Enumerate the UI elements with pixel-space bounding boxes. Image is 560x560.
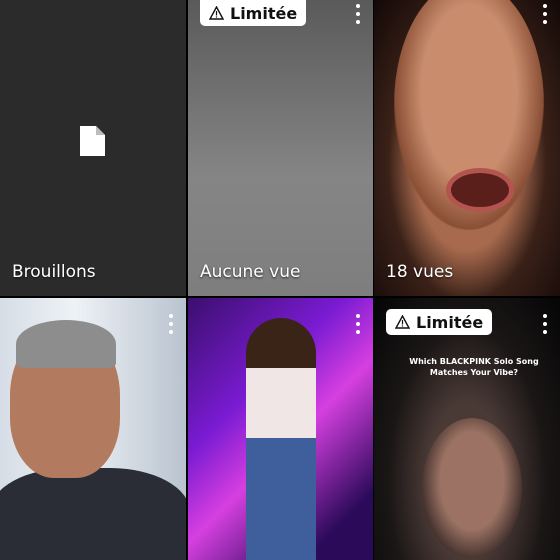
short-tile[interactable] <box>188 298 373 560</box>
drafts-label: Brouillons <box>12 262 96 282</box>
shorts-grid: Brouillons Limitée Aucune vue 18 vues Wh… <box>0 0 560 560</box>
views-label: 18 vues <box>386 262 454 282</box>
drafts-tile[interactable]: Brouillons <box>0 0 186 296</box>
limited-badge: Limitée <box>386 309 493 335</box>
warning-icon <box>395 315 410 329</box>
thumbnail-singer <box>246 318 316 560</box>
document-icon <box>80 126 105 156</box>
badge-text: Limitée <box>230 3 298 23</box>
thumbnail-overlay-title: Which BLACKPINK Solo Song Matches Your V… <box>409 357 539 377</box>
short-tile[interactable]: Limitée Aucune vue <box>188 0 373 296</box>
badge-text: Limitée <box>416 312 484 332</box>
more-options-icon[interactable] <box>542 4 548 24</box>
more-options-icon[interactable] <box>168 314 174 334</box>
more-options-icon[interactable] <box>355 4 361 24</box>
warning-icon <box>209 6 224 20</box>
thumbnail-face <box>422 418 522 558</box>
thumbnail-hair <box>16 320 116 368</box>
short-tile[interactable] <box>0 298 186 560</box>
more-options-icon[interactable] <box>355 314 361 334</box>
views-label: Aucune vue <box>200 262 301 282</box>
short-tile[interactable]: 18 vues <box>374 0 560 296</box>
more-options-icon[interactable] <box>542 314 548 334</box>
limited-badge: Limitée <box>200 0 307 26</box>
thumbnail-jacket <box>0 468 186 560</box>
short-tile[interactable]: Which BLACKPINK Solo Song Matches Your V… <box>374 298 560 560</box>
thumbnail-mouth <box>446 168 514 212</box>
